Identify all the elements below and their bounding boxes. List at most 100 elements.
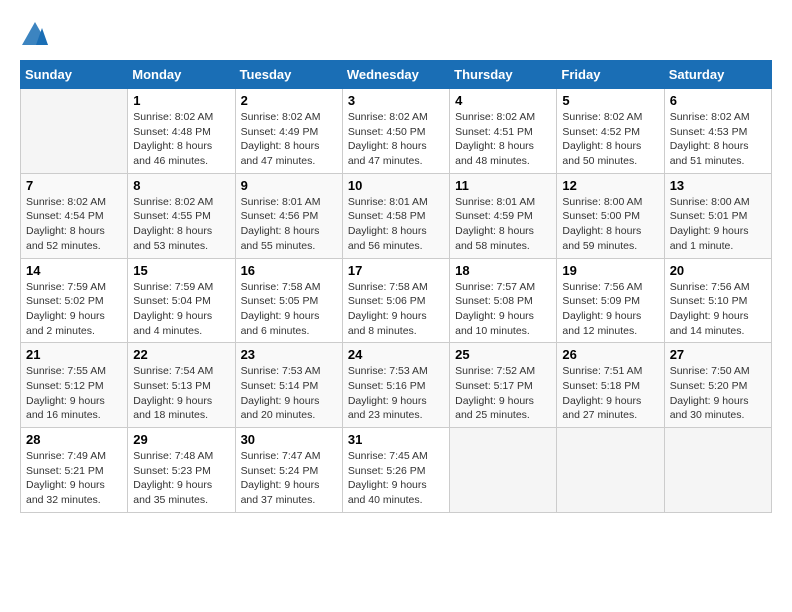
day-info: Sunrise: 8:01 AMSunset: 4:59 PMDaylight:…	[455, 195, 551, 254]
calendar-cell: 2Sunrise: 8:02 AMSunset: 4:49 PMDaylight…	[235, 89, 342, 174]
logo	[20, 20, 54, 50]
day-info: Sunrise: 8:02 AMSunset: 4:51 PMDaylight:…	[455, 110, 551, 169]
day-number: 28	[26, 432, 122, 447]
calendar-header: SundayMondayTuesdayWednesdayThursdayFrid…	[21, 61, 772, 89]
calendar-cell: 1 Sunrise: 8:02 AMSunset: 4:48 PMDaylight…	[128, 89, 235, 174]
day-number: 6	[670, 93, 766, 108]
calendar-cell: 9 Sunrise: 8:01 AMSunset: 4:56 PMDaylight…	[235, 173, 342, 258]
day-info: Sunrise: 7:59 AMSunset: 5:02 PMDaylight:…	[26, 280, 122, 339]
calendar-cell: 12 Sunrise: 8:00 AMSunset: 5:00 PMDayligh…	[557, 173, 664, 258]
day-info: Sunrise: 7:45 AMSunset: 5:26 PMDaylight:…	[348, 449, 444, 508]
day-info: Sunrise: 7:57 AMSunset: 5:08 PMDaylight:…	[455, 280, 551, 339]
day-info: Sunrise: 7:51 AMSunset: 5:18 PMDaylight:…	[562, 364, 658, 423]
day-info: Sunrise: 7:59 AMSunset: 5:04 PMDaylight:…	[133, 280, 229, 339]
day-info: Sunrise: 8:02 AMSunset: 4:55 PMDaylight:…	[133, 195, 229, 254]
day-number: 12	[562, 178, 658, 193]
calendar-cell	[21, 89, 128, 174]
day-number: 20	[670, 263, 766, 278]
day-number: 4	[455, 93, 551, 108]
day-number: 10	[348, 178, 444, 193]
weekday-header-tuesday: Tuesday	[235, 61, 342, 89]
day-number: 7	[26, 178, 122, 193]
day-info: Sunrise: 8:02 AMSunset: 4:49 PMDaylight:…	[241, 110, 337, 169]
calendar-cell: 22Sunrise: 7:54 AMSunset: 5:13 PMDayligh…	[128, 343, 235, 428]
day-info: Sunrise: 8:01 AMSunset: 4:58 PMDaylight:…	[348, 195, 444, 254]
calendar-cell: 10 Sunrise: 8:01 AMSunset: 4:58 PMDayligh…	[342, 173, 449, 258]
day-number: 23	[241, 347, 337, 362]
weekday-header-wednesday: Wednesday	[342, 61, 449, 89]
calendar-cell: 18 Sunrise: 7:57 AMSunset: 5:08 PMDayligh…	[450, 258, 557, 343]
calendar-table: SundayMondayTuesdayWednesdayThursdayFrid…	[20, 60, 772, 513]
calendar-cell: 17Sunrise: 7:58 AMSunset: 5:06 PMDayligh…	[342, 258, 449, 343]
calendar-week-4: 21 Sunrise: 7:55 AMSunset: 5:12 PMDayligh…	[21, 343, 772, 428]
day-info: Sunrise: 7:52 AMSunset: 5:17 PMDaylight:…	[455, 364, 551, 423]
day-info: Sunrise: 8:02 AMSunset: 4:50 PMDaylight:…	[348, 110, 444, 169]
calendar-cell: 21 Sunrise: 7:55 AMSunset: 5:12 PMDayligh…	[21, 343, 128, 428]
day-number: 8	[133, 178, 229, 193]
weekday-header-thursday: Thursday	[450, 61, 557, 89]
calendar-cell: 5 Sunrise: 8:02 AMSunset: 4:52 PMDaylight…	[557, 89, 664, 174]
day-info: Sunrise: 7:55 AMSunset: 5:12 PMDaylight:…	[26, 364, 122, 423]
weekday-header-monday: Monday	[128, 61, 235, 89]
calendar-cell: 24 Sunrise: 7:53 AMSunset: 5:16 PMDayligh…	[342, 343, 449, 428]
calendar-cell: 16Sunrise: 7:58 AMSunset: 5:05 PMDayligh…	[235, 258, 342, 343]
calendar-cell: 6 Sunrise: 8:02 AMSunset: 4:53 PMDaylight…	[664, 89, 771, 174]
day-number: 18	[455, 263, 551, 278]
calendar-cell: 15 Sunrise: 7:59 AMSunset: 5:04 PMDayligh…	[128, 258, 235, 343]
day-number: 19	[562, 263, 658, 278]
calendar-cell: 23 Sunrise: 7:53 AMSunset: 5:14 PMDayligh…	[235, 343, 342, 428]
day-number: 17	[348, 263, 444, 278]
day-number: 16	[241, 263, 337, 278]
calendar-cell: 26Sunrise: 7:51 AMSunset: 5:18 PMDayligh…	[557, 343, 664, 428]
calendar-cell: 19 Sunrise: 7:56 AMSunset: 5:09 PMDayligh…	[557, 258, 664, 343]
day-info: Sunrise: 8:01 AMSunset: 4:56 PMDaylight:…	[241, 195, 337, 254]
day-info: Sunrise: 7:56 AMSunset: 5:09 PMDaylight:…	[562, 280, 658, 339]
day-number: 5	[562, 93, 658, 108]
day-info: Sunrise: 7:53 AMSunset: 5:14 PMDaylight:…	[241, 364, 337, 423]
calendar-cell: 28Sunrise: 7:49 AMSunset: 5:21 PMDayligh…	[21, 428, 128, 513]
calendar-cell: 4 Sunrise: 8:02 AMSunset: 4:51 PMDaylight…	[450, 89, 557, 174]
weekday-header-row: SundayMondayTuesdayWednesdayThursdayFrid…	[21, 61, 772, 89]
calendar-cell: 3Sunrise: 8:02 AMSunset: 4:50 PMDaylight…	[342, 89, 449, 174]
header	[20, 20, 772, 50]
day-number: 1	[133, 93, 229, 108]
calendar-cell: 20Sunrise: 7:56 AMSunset: 5:10 PMDayligh…	[664, 258, 771, 343]
calendar-cell: 31 Sunrise: 7:45 AMSunset: 5:26 PMDayligh…	[342, 428, 449, 513]
logo-icon	[20, 20, 50, 50]
calendar-body: 1 Sunrise: 8:02 AMSunset: 4:48 PMDaylight…	[21, 89, 772, 513]
day-info: Sunrise: 8:00 AMSunset: 5:00 PMDaylight:…	[562, 195, 658, 254]
calendar-cell: 30 Sunrise: 7:47 AMSunset: 5:24 PMDayligh…	[235, 428, 342, 513]
calendar-cell: 14 Sunrise: 7:59 AMSunset: 5:02 PMDayligh…	[21, 258, 128, 343]
calendar-cell: 7 Sunrise: 8:02 AMSunset: 4:54 PMDaylight…	[21, 173, 128, 258]
weekday-header-saturday: Saturday	[664, 61, 771, 89]
calendar-week-1: 1 Sunrise: 8:02 AMSunset: 4:48 PMDaylight…	[21, 89, 772, 174]
day-number: 27	[670, 347, 766, 362]
day-info: Sunrise: 7:48 AMSunset: 5:23 PMDaylight:…	[133, 449, 229, 508]
day-number: 31	[348, 432, 444, 447]
calendar-cell	[450, 428, 557, 513]
day-info: Sunrise: 8:02 AMSunset: 4:54 PMDaylight:…	[26, 195, 122, 254]
day-number: 22	[133, 347, 229, 362]
day-info: Sunrise: 8:00 AMSunset: 5:01 PMDaylight:…	[670, 195, 766, 254]
calendar-week-3: 14 Sunrise: 7:59 AMSunset: 5:02 PMDayligh…	[21, 258, 772, 343]
day-info: Sunrise: 7:47 AMSunset: 5:24 PMDaylight:…	[241, 449, 337, 508]
day-number: 9	[241, 178, 337, 193]
calendar-cell: 25Sunrise: 7:52 AMSunset: 5:17 PMDayligh…	[450, 343, 557, 428]
day-number: 21	[26, 347, 122, 362]
calendar-cell: 13Sunrise: 8:00 AMSunset: 5:01 PMDayligh…	[664, 173, 771, 258]
day-number: 15	[133, 263, 229, 278]
calendar-cell	[664, 428, 771, 513]
calendar-week-2: 7 Sunrise: 8:02 AMSunset: 4:54 PMDaylight…	[21, 173, 772, 258]
day-info: Sunrise: 8:02 AMSunset: 4:53 PMDaylight:…	[670, 110, 766, 169]
day-info: Sunrise: 8:02 AMSunset: 4:52 PMDaylight:…	[562, 110, 658, 169]
day-number: 11	[455, 178, 551, 193]
day-info: Sunrise: 8:02 AMSunset: 4:48 PMDaylight:…	[133, 110, 229, 169]
calendar-cell: 29Sunrise: 7:48 AMSunset: 5:23 PMDayligh…	[128, 428, 235, 513]
weekday-header-sunday: Sunday	[21, 61, 128, 89]
calendar-cell: 8 Sunrise: 8:02 AMSunset: 4:55 PMDaylight…	[128, 173, 235, 258]
day-number: 24	[348, 347, 444, 362]
day-number: 30	[241, 432, 337, 447]
day-info: Sunrise: 7:53 AMSunset: 5:16 PMDaylight:…	[348, 364, 444, 423]
day-number: 14	[26, 263, 122, 278]
weekday-header-friday: Friday	[557, 61, 664, 89]
